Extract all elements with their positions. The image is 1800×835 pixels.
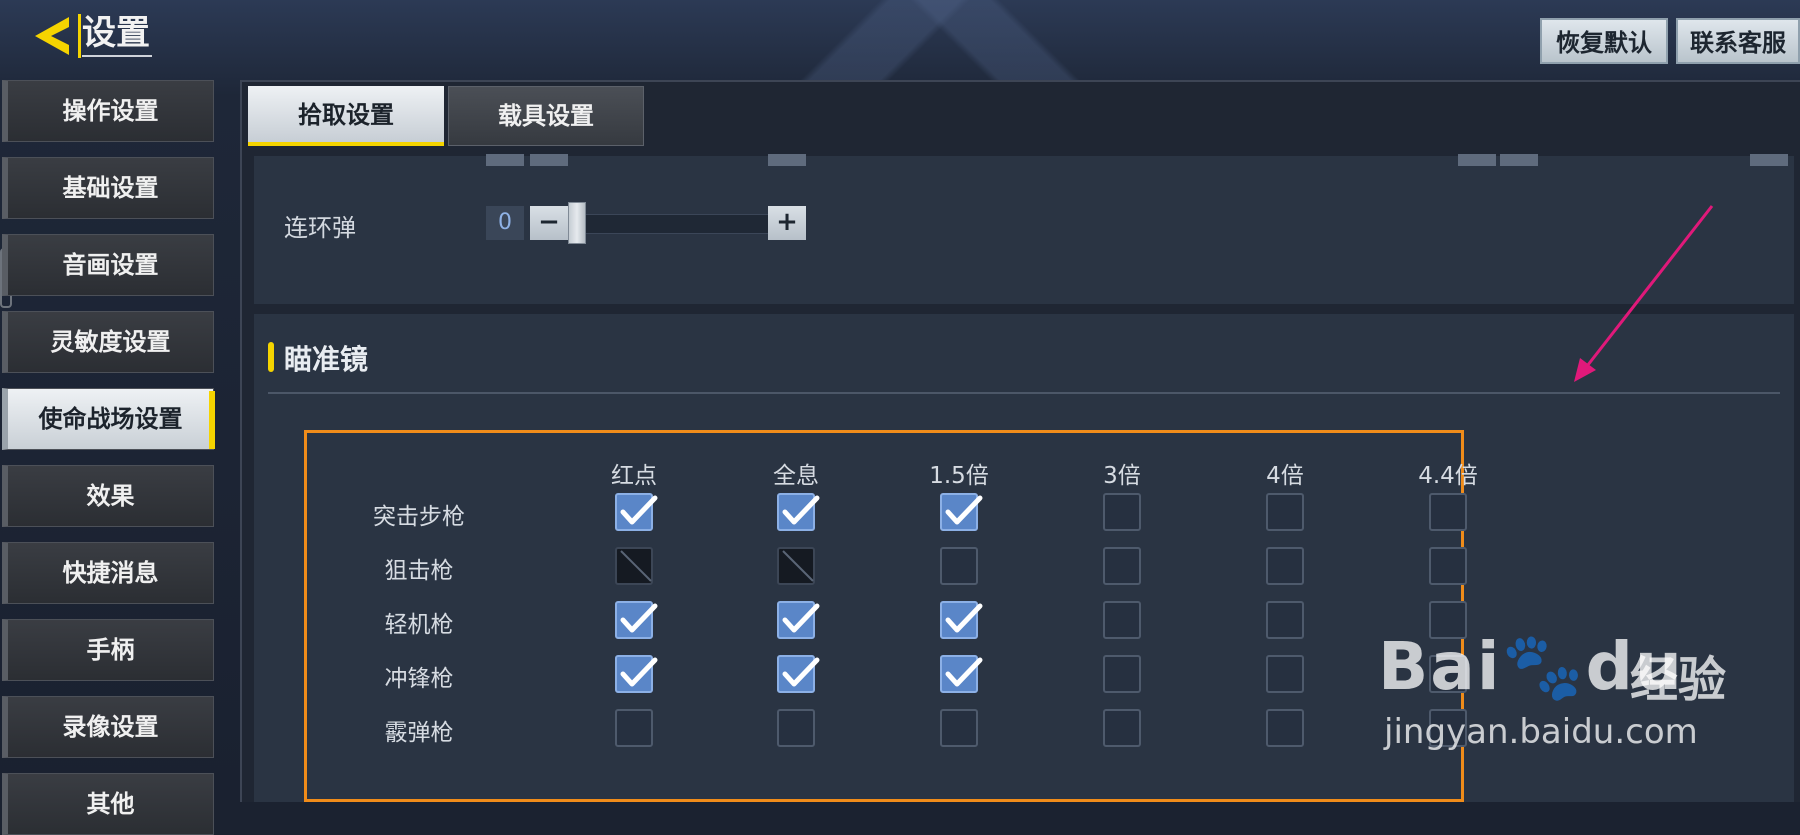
paw-icon: 🐾 [1501,628,1586,705]
watermark-logo-text: Bai [1378,628,1502,705]
watermark-cn: 经验 [1630,652,1727,708]
watermark-url: jingyan.baidu.com [1384,712,1698,752]
baidu-watermark: Bai🐾du 经验 jingyan.baidu.com [1378,600,1738,760]
